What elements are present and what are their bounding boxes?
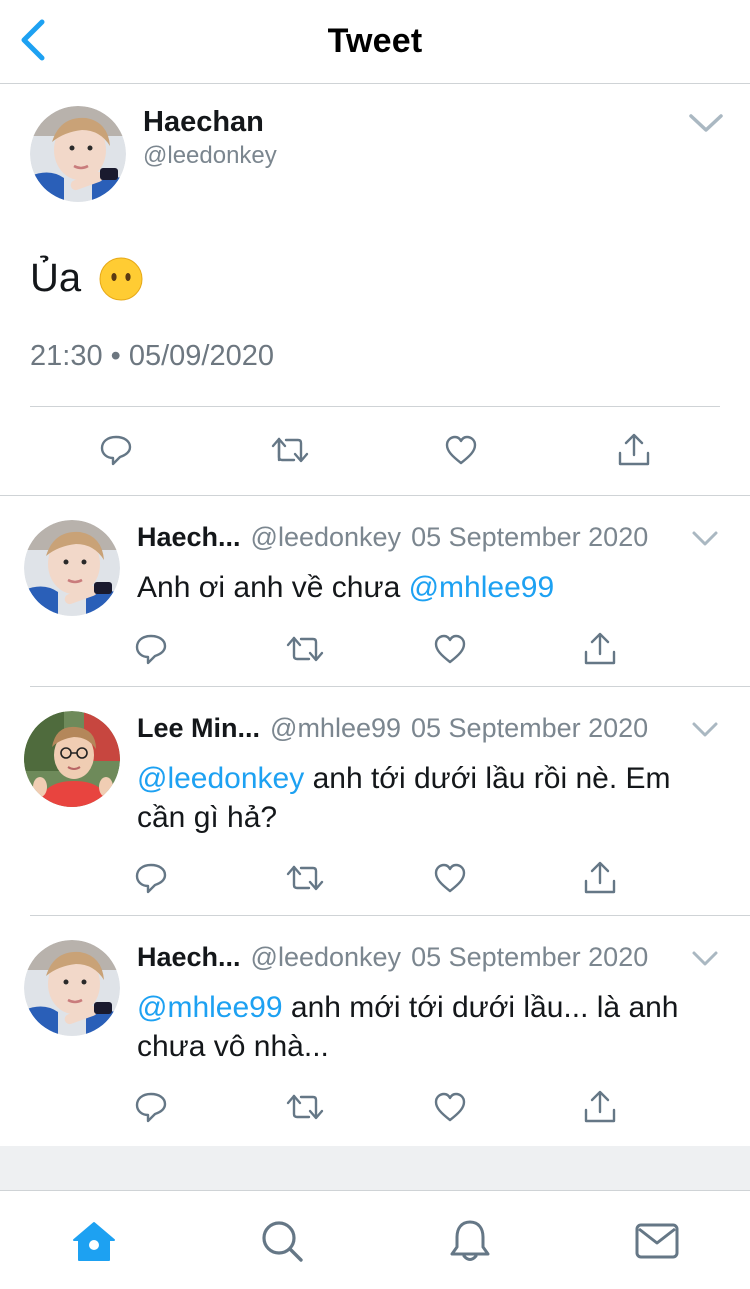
heart-icon bbox=[434, 863, 466, 893]
messages-icon bbox=[635, 1223, 679, 1259]
author-handle[interactable]: @mhlee99 bbox=[270, 713, 401, 744]
focused-tweet: Haechan @leedonkey Ủa 21:30 • 05/09/2020 bbox=[0, 84, 750, 496]
divider bbox=[30, 406, 720, 407]
like-button[interactable] bbox=[430, 629, 470, 669]
reply-tweet[interactable]: Lee Min... @mhlee99 05 September 2020 @l… bbox=[0, 687, 750, 916]
share-button[interactable] bbox=[580, 858, 620, 898]
page-title: Tweet bbox=[327, 22, 423, 60]
reply-text: @leedonkey anh tới dưới lầu rồi nè. Em c… bbox=[137, 759, 727, 837]
tweet-timestamp: 21:30 • 05/09/2020 bbox=[30, 340, 274, 372]
reply-header: Haech... @leedonkey 05 September 2020 bbox=[137, 522, 648, 554]
like-button[interactable] bbox=[430, 1087, 470, 1127]
reply-tweet[interactable]: Haech... @leedonkey 05 September 2020 An… bbox=[0, 496, 750, 687]
share-icon bbox=[584, 632, 616, 665]
like-button[interactable] bbox=[430, 858, 470, 898]
mention-link[interactable]: @leedonkey bbox=[137, 762, 304, 795]
tweet-menu-button[interactable] bbox=[690, 717, 720, 741]
reply-button[interactable] bbox=[131, 629, 171, 669]
reply-button[interactable] bbox=[131, 1087, 171, 1127]
nav-bar: Tweet bbox=[0, 0, 750, 84]
chevron-down-icon bbox=[692, 722, 718, 737]
reply-button[interactable] bbox=[131, 858, 171, 898]
like-button[interactable] bbox=[441, 430, 481, 470]
search-icon bbox=[262, 1221, 303, 1262]
retweet-button[interactable] bbox=[270, 430, 310, 470]
tab-messages[interactable] bbox=[633, 1217, 681, 1265]
haechan-avatar[interactable] bbox=[24, 520, 120, 616]
reply-date: 05 September 2020 bbox=[411, 522, 649, 552]
retweet-button[interactable] bbox=[285, 858, 325, 898]
tab-notifications[interactable] bbox=[446, 1217, 494, 1265]
heart-icon bbox=[434, 634, 466, 664]
reply-text: Anh ơi anh về chưa @mhlee99 bbox=[137, 568, 727, 607]
reply-icon bbox=[135, 863, 167, 894]
tweet-menu-button[interactable] bbox=[690, 526, 720, 550]
retweet-icon bbox=[286, 636, 324, 662]
author-handle[interactable]: @leedonkey bbox=[251, 942, 402, 973]
share-icon bbox=[584, 861, 616, 894]
reply-header: Haech... @leedonkey 05 September 2020 bbox=[137, 942, 648, 974]
reply-icon bbox=[135, 634, 167, 665]
reply-date: 05 September 2020 bbox=[411, 713, 649, 743]
reply-icon bbox=[135, 1092, 167, 1123]
retweet-button[interactable] bbox=[285, 629, 325, 669]
retweet-icon bbox=[286, 865, 324, 891]
retweet-icon bbox=[286, 1094, 324, 1120]
home-icon bbox=[73, 1222, 115, 1261]
chevron-down-icon bbox=[692, 951, 718, 966]
reply-date: 05 September 2020 bbox=[411, 942, 649, 972]
heart-icon bbox=[434, 1092, 466, 1122]
author-handle[interactable]: @leedonkey bbox=[251, 522, 402, 553]
tab-home[interactable] bbox=[70, 1217, 118, 1265]
tab-search[interactable] bbox=[258, 1217, 306, 1265]
author-name[interactable]: Haech... bbox=[137, 942, 241, 973]
reply-button[interactable] bbox=[96, 430, 136, 470]
author-name[interactable]: Lee Min... bbox=[137, 713, 260, 744]
retweet-button[interactable] bbox=[285, 1087, 325, 1127]
tweet-menu-button[interactable] bbox=[686, 108, 726, 138]
tweet-text-content: Ủa bbox=[30, 256, 82, 300]
minhyung-avatar[interactable] bbox=[24, 711, 120, 807]
reply-icon bbox=[100, 435, 132, 466]
haechan-avatar[interactable] bbox=[30, 106, 126, 202]
tab-bar bbox=[0, 1190, 750, 1289]
author-name[interactable]: Haechan bbox=[143, 106, 264, 139]
reply-header: Lee Min... @mhlee99 05 September 2020 bbox=[137, 713, 648, 745]
retweet-icon bbox=[271, 437, 309, 463]
heart-icon bbox=[445, 435, 477, 465]
timeline-footer bbox=[0, 1146, 750, 1190]
share-button[interactable] bbox=[580, 629, 620, 669]
share-icon bbox=[618, 433, 650, 466]
share-button[interactable] bbox=[580, 1087, 620, 1127]
tweet-text: Ủa bbox=[30, 256, 143, 301]
reply-tweet[interactable]: Haech... @leedonkey 05 September 2020 @m… bbox=[0, 916, 750, 1146]
author-handle[interactable]: @leedonkey bbox=[143, 142, 277, 170]
mention-link[interactable]: @mhlee99 bbox=[409, 571, 555, 604]
haechan-avatar[interactable] bbox=[24, 940, 120, 1036]
chevron-down-icon bbox=[692, 531, 718, 546]
share-button[interactable] bbox=[614, 430, 654, 470]
neutral-face-emoji-icon bbox=[99, 257, 143, 300]
reply-text: @mhlee99 anh mới tới dưới lầu... là anh … bbox=[137, 988, 727, 1066]
share-icon bbox=[584, 1090, 616, 1123]
tweet-actions bbox=[0, 430, 750, 474]
tweet-menu-button[interactable] bbox=[690, 946, 720, 970]
mention-link[interactable]: @mhlee99 bbox=[137, 991, 283, 1024]
chevron-down-icon bbox=[689, 114, 723, 132]
author-name[interactable]: Haech... bbox=[137, 522, 241, 553]
notifications-icon bbox=[450, 1220, 490, 1261]
reply-text-before: Anh ơi anh về chưa bbox=[137, 571, 409, 604]
